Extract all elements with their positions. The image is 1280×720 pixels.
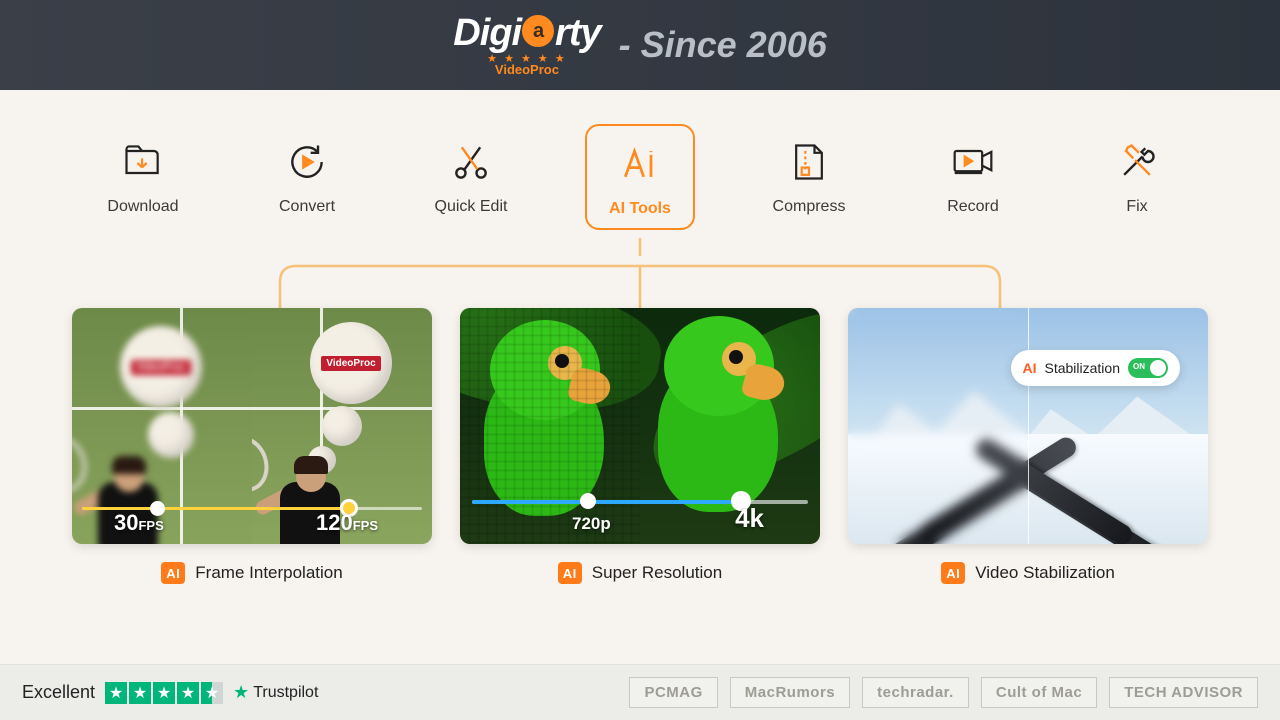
brand-prefix: Digi <box>453 14 521 52</box>
tab-ai-tools[interactable]: AI Tools <box>585 124 695 230</box>
tab-label: Fix <box>1126 198 1147 216</box>
rating-word: Excellent <box>22 682 95 703</box>
ai-badge-icon: AI <box>558 562 582 584</box>
card-caption: AI Super Resolution <box>460 562 820 584</box>
res-high-label: 4k <box>735 503 764 534</box>
tab-label: Download <box>107 198 178 216</box>
tab-quick-edit[interactable]: Quick Edit <box>421 138 521 230</box>
card-video-stabilization[interactable]: AI Stabilization ON AI Video Stabilizati… <box>848 308 1208 584</box>
convert-icon <box>283 138 331 186</box>
download-icon <box>119 138 167 186</box>
press-badge: TECH ADVISOR <box>1109 677 1258 708</box>
tab-label: AI Tools <box>609 200 671 218</box>
feature-cards: VideoProc VideoProc <box>0 308 1280 584</box>
press-badge: Cult of Mac <box>981 677 1097 708</box>
app-header: Digi a rty ★ ★ ★ ★ ★ VideoProc - Since 2… <box>0 0 1280 90</box>
tab-label: Quick Edit <box>435 198 508 216</box>
connector-lines <box>130 238 1150 308</box>
card-title: Super Resolution <box>592 563 722 583</box>
ai-badge-icon: AI <box>941 562 965 584</box>
stabilization-chip: AI Stabilization ON <box>1011 350 1181 386</box>
brand-wordmark: Digi a rty <box>453 14 600 52</box>
brand-suffix: rty <box>555 14 601 52</box>
brand-logo: Digi a rty ★ ★ ★ ★ ★ VideoProc <box>453 14 600 76</box>
press-badge: PCMAG <box>629 677 717 708</box>
footer: Excellent ★★★★★ ★ Trustpilot PCMAG MacRu… <box>0 664 1280 720</box>
ball-brand-tag: VideoProc <box>131 360 190 375</box>
card-caption: AI Frame Interpolation <box>72 562 432 584</box>
tab-compress[interactable]: Compress <box>759 138 859 230</box>
trustpilot-logo: ★ Trustpilot <box>233 682 318 703</box>
tab-convert[interactable]: Convert <box>257 138 357 230</box>
ai-badge-icon: AI <box>161 562 185 584</box>
press-logos: PCMAG MacRumors techradar. Cult of Mac T… <box>629 677 1258 708</box>
scissors-icon <box>447 138 495 186</box>
fps-low-label: 30FPS <box>114 510 164 536</box>
stabilization-toggle[interactable]: ON <box>1128 358 1168 378</box>
brand-letter-icon: a <box>522 15 554 47</box>
press-badge: techradar. <box>862 677 969 708</box>
compress-icon <box>785 138 833 186</box>
card-frame-interpolation[interactable]: VideoProc VideoProc <box>72 308 432 584</box>
card-image: 720p 4k <box>460 308 820 544</box>
ai-icon <box>616 140 664 188</box>
ball-brand-tag: VideoProc <box>321 356 380 371</box>
tab-fix[interactable]: Fix <box>1087 138 1187 230</box>
card-image: AI Stabilization ON <box>848 308 1208 544</box>
tab-label: Compress <box>773 198 846 216</box>
card-image: VideoProc VideoProc <box>72 308 432 544</box>
tab-download[interactable]: Download <box>93 138 193 230</box>
record-icon <box>949 138 997 186</box>
card-caption: AI Video Stabilization <box>848 562 1208 584</box>
fix-icon <box>1113 138 1161 186</box>
tab-label: Convert <box>279 198 335 216</box>
press-badge: MacRumors <box>730 677 850 708</box>
compare-divider-icon <box>1028 308 1029 544</box>
trustpilot-rating: Excellent ★★★★★ ★ Trustpilot <box>22 682 318 704</box>
chip-ai: AI <box>1023 360 1037 376</box>
fps-high-label: 120FPS <box>316 510 378 536</box>
chip-text: Stabilization <box>1045 360 1121 376</box>
trustpilot-star-icon: ★ <box>233 682 249 703</box>
card-title: Frame Interpolation <box>195 563 342 583</box>
trustpilot-text: Trustpilot <box>253 684 318 702</box>
feature-tabs: Download Convert Quick Edit AI T <box>0 138 1280 230</box>
since-text: - Since 2006 <box>619 24 827 66</box>
card-super-resolution[interactable]: 720p 4k AI Super Resolution <box>460 308 820 584</box>
card-title: Video Stabilization <box>975 563 1115 583</box>
tab-record[interactable]: Record <box>923 138 1023 230</box>
res-low-label: 720p <box>572 514 611 534</box>
tab-label: Record <box>947 198 999 216</box>
brand-sub: VideoProc <box>495 63 559 76</box>
rating-stars-icon: ★★★★★ <box>105 682 223 704</box>
